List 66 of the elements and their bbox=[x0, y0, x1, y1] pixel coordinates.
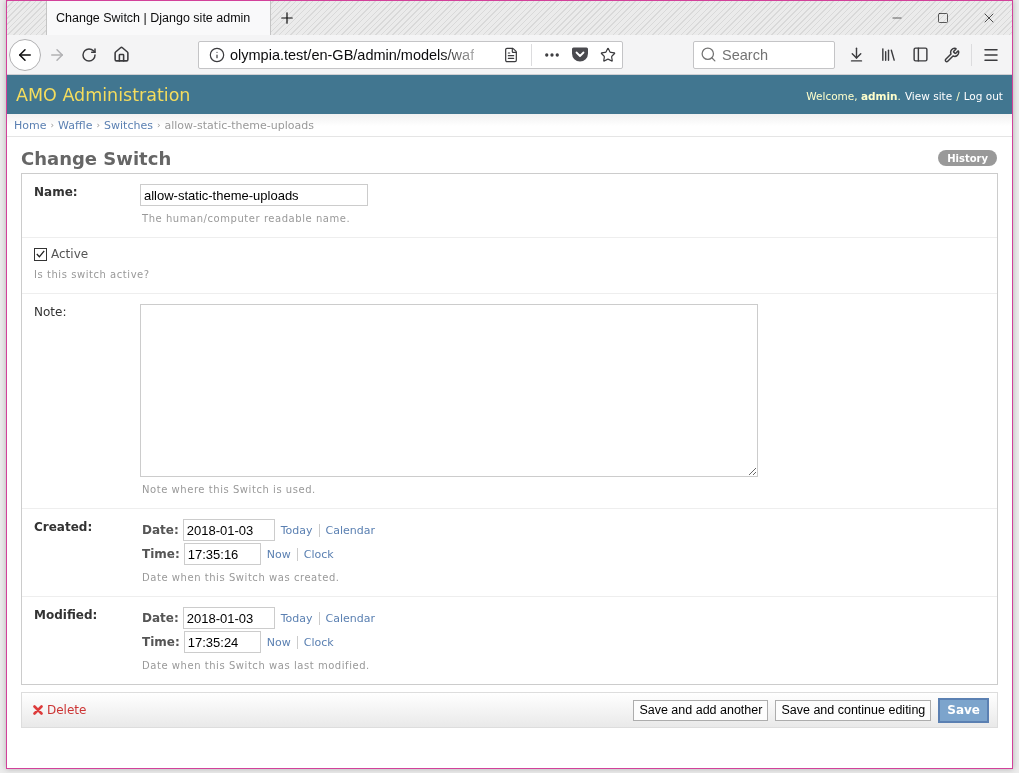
field-label: Note: bbox=[34, 304, 68, 320]
library-icon[interactable] bbox=[879, 46, 897, 63]
sidebar-icon[interactable] bbox=[911, 46, 929, 63]
maximize-icon[interactable] bbox=[937, 12, 949, 24]
time-label: Time: bbox=[142, 547, 180, 561]
header-link[interactable]: View site bbox=[904, 89, 953, 102]
link-separator: / bbox=[956, 89, 960, 102]
history-button[interactable]: History bbox=[938, 150, 997, 166]
checkbox-label: Active bbox=[51, 247, 89, 261]
wrench-icon[interactable] bbox=[944, 46, 960, 63]
date-input[interactable]: 2018-01-03 bbox=[182, 607, 275, 629]
field-label: Created: bbox=[34, 519, 94, 535]
help-text: The human/computer readable name. bbox=[142, 212, 352, 225]
date-label: Date: bbox=[142, 611, 179, 625]
shortcut-link[interactable]: Clock bbox=[303, 547, 334, 561]
search-icon bbox=[700, 45, 717, 63]
cross-icon bbox=[33, 705, 43, 715]
browser-tab[interactable]: Change Switch | Django site admin bbox=[46, 1, 271, 35]
textarea-field[interactable] bbox=[140, 304, 758, 477]
breadcrumb-separator: › bbox=[96, 120, 101, 130]
help-text: Note where this Switch is used. bbox=[142, 483, 317, 496]
form-button[interactable]: Save bbox=[938, 697, 989, 723]
text-input[interactable]: allow-static-theme-uploads bbox=[140, 184, 368, 206]
search-field[interactable]: Search bbox=[693, 40, 835, 69]
shortcut-link[interactable]: Calendar bbox=[325, 611, 376, 625]
shortcut-link[interactable]: Now bbox=[266, 547, 291, 561]
help-text: Date when this Switch was created. bbox=[142, 571, 341, 584]
shortcut-link[interactable]: Today bbox=[280, 611, 313, 625]
header-link[interactable]: Log out bbox=[963, 89, 1003, 102]
form-button[interactable]: Save and add another bbox=[633, 699, 769, 721]
url-text: olympia.test/en-GB/admin/models/waf bbox=[230, 46, 475, 63]
date-input[interactable]: 2018-01-03 bbox=[182, 519, 275, 541]
time-input[interactable]: 17:35:24 bbox=[183, 631, 261, 653]
breadcrumb-link[interactable]: Waffle bbox=[58, 118, 93, 132]
field-label: Name: bbox=[34, 184, 79, 200]
help-text: Is this switch active? bbox=[34, 268, 150, 281]
plus-icon[interactable] bbox=[278, 9, 296, 27]
star-icon[interactable] bbox=[600, 46, 616, 63]
address-bar[interactable]: olympia.test/en-GB/admin/models/waf bbox=[198, 40, 623, 69]
welcome-text: Welcome, admin. bbox=[806, 89, 901, 102]
shortcut-link[interactable]: Today bbox=[280, 523, 313, 537]
shortcut-link[interactable]: Now bbox=[266, 635, 291, 649]
time-input[interactable]: 17:35:16 bbox=[183, 543, 261, 565]
chevron-shield-icon[interactable] bbox=[572, 47, 588, 62]
breadcrumb-current: allow-static-theme-uploads bbox=[164, 118, 314, 132]
document-icon[interactable] bbox=[503, 46, 519, 63]
back-button[interactable] bbox=[9, 38, 41, 71]
page-title: Change Switch bbox=[21, 147, 172, 169]
info-icon[interactable] bbox=[209, 46, 225, 63]
field-label: Modified: bbox=[34, 607, 99, 623]
help-text: Date when this Switch was last modified. bbox=[142, 659, 371, 672]
form-button[interactable]: Save and continue editing bbox=[775, 699, 932, 721]
breadcrumb-link[interactable]: Switches bbox=[104, 118, 153, 132]
shortcut-link[interactable]: Calendar bbox=[325, 523, 376, 537]
shortcut-link[interactable]: Clock bbox=[303, 635, 334, 649]
time-label: Time: bbox=[142, 635, 180, 649]
checkmark-icon bbox=[36, 250, 45, 258]
site-title: AMO Administration bbox=[16, 84, 191, 105]
date-label: Date: bbox=[142, 523, 179, 537]
delete-link[interactable]: Delete bbox=[47, 703, 87, 717]
breadcrumb-link[interactable]: Home bbox=[14, 118, 47, 132]
breadcrumb-separator: › bbox=[156, 120, 161, 130]
checkbox[interactable] bbox=[34, 247, 47, 261]
home-icon[interactable] bbox=[112, 46, 130, 63]
breadcrumb-separator: › bbox=[50, 120, 55, 130]
reload-icon[interactable] bbox=[81, 46, 97, 63]
